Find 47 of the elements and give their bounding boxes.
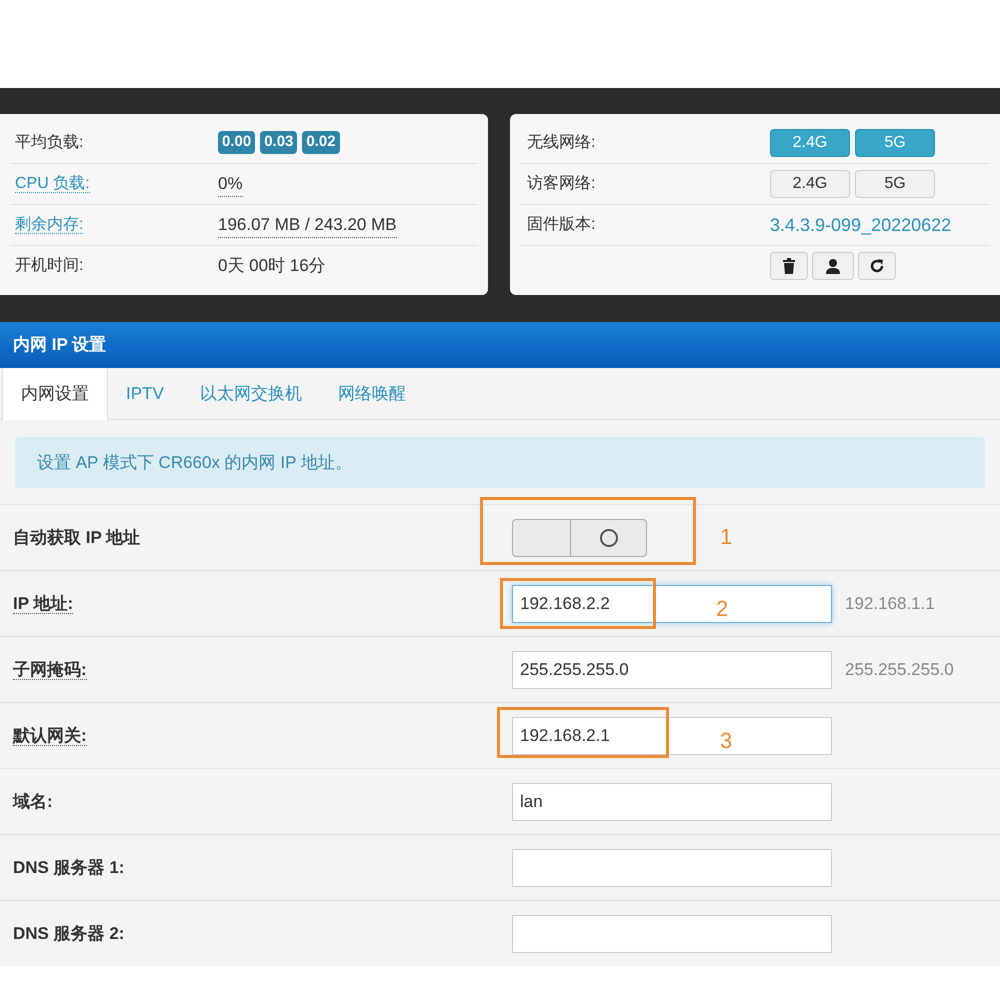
band-button[interactable]: 5G: [855, 170, 935, 198]
status-label: 固件版本:: [527, 216, 596, 233]
section-header: 内网 IP 设置: [0, 322, 1000, 368]
tab[interactable]: 以太网交换机: [182, 368, 320, 419]
field-label: 自动获取 IP 地址: [13, 528, 140, 546]
status-label[interactable]: 剩余内存:: [15, 216, 84, 234]
firmware-link[interactable]: 3.4.3.9-099_20220622: [770, 212, 952, 238]
refresh-button[interactable]: [858, 252, 896, 280]
tab[interactable]: 内网设置: [2, 368, 108, 420]
default-hint: 255.255.255.0: [845, 658, 954, 681]
default-hint: 192.168.1.1: [845, 592, 935, 615]
delete-button[interactable]: [770, 252, 808, 280]
toggle-switch[interactable]: [512, 518, 647, 556]
field-label: IP 地址:: [13, 594, 74, 614]
status-value: 196.07 MB / 243.20 MB: [218, 212, 397, 238]
load-badge: 0.02: [302, 131, 340, 154]
text-field[interactable]: [512, 848, 832, 886]
status-label[interactable]: CPU 负载:: [15, 175, 90, 193]
band-button[interactable]: 2.4G: [770, 170, 850, 198]
tab[interactable]: IPTV: [108, 368, 182, 419]
annotation-number: 2: [716, 595, 728, 623]
user-icon: [825, 258, 841, 274]
field-label: 默认网关:: [13, 726, 87, 746]
field-label: 子网掩码:: [13, 660, 87, 680]
load-badge: 0.03: [260, 131, 298, 154]
status-label: 开机时间:: [15, 257, 84, 274]
load-badge: 0.00: [218, 131, 256, 154]
annotation-number: 1: [720, 523, 732, 551]
field-label: 域名:: [13, 792, 53, 810]
band-button[interactable]: 5G: [855, 128, 935, 156]
status-value: 0%: [218, 170, 243, 198]
field-label: DNS 服务器 1:: [13, 858, 124, 876]
band-button[interactable]: 2.4G: [770, 128, 850, 156]
user-button[interactable]: [812, 252, 854, 280]
status-value: 0天 00时 16分: [218, 255, 326, 278]
text-field[interactable]: 255.255.255.0: [512, 650, 832, 688]
status-label: 无线网络:: [527, 134, 596, 150]
trash-icon: [782, 258, 796, 274]
status-label: 访客网络:: [527, 175, 596, 192]
status-label: 平均负载:: [15, 134, 84, 150]
refresh-icon: [869, 258, 885, 274]
info-message: 设置 AP 模式下 CR660x 的内网 IP 地址。: [15, 437, 985, 488]
annotation-number: 3: [720, 727, 732, 755]
text-field[interactable]: lan: [512, 782, 832, 820]
field-label: DNS 服务器 2:: [13, 924, 124, 942]
tab[interactable]: 网络唤醒: [320, 368, 424, 419]
text-field[interactable]: [512, 914, 832, 952]
